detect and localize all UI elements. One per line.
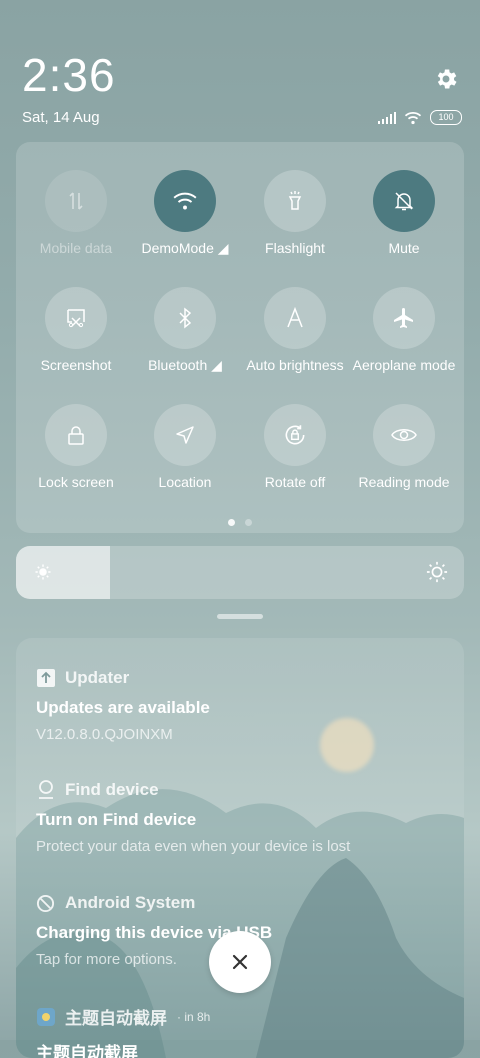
location-icon — [176, 426, 194, 444]
tile-label: Bluetooth ◢ — [148, 357, 222, 373]
status-bar: 100 — [378, 110, 462, 125]
tile-mobile-data[interactable]: Mobile data — [21, 170, 131, 256]
tile-label: Screenshot — [40, 357, 112, 373]
tile-bluetooth[interactable]: Bluetooth ◢ — [130, 287, 240, 374]
tile-screenshot[interactable]: Screenshot — [21, 287, 131, 373]
theme-app-icon — [36, 1007, 55, 1026]
tile-aeroplane-mode[interactable]: Aeroplane mode — [349, 287, 459, 373]
quick-settings-panel: Mobile data DemoMode ◢ Flashlight Mute S… — [16, 142, 464, 533]
lock-icon — [68, 426, 84, 445]
notification-time: · in 8h — [177, 1009, 211, 1024]
tile-label: Aeroplane mode — [352, 357, 456, 373]
tile-label: Location — [158, 474, 212, 490]
tile-label: Reading mode — [358, 474, 450, 490]
auto-brightness-icon — [287, 306, 303, 328]
drag-handle[interactable] — [217, 614, 263, 619]
notification-title: Turn on Find device — [36, 810, 197, 829]
notification-app-name: 主题自动截屏 — [65, 1009, 167, 1028]
brightness-low-icon — [35, 564, 51, 580]
flashlight-icon — [288, 191, 302, 210]
date: Sat, 14 Aug — [22, 109, 100, 126]
mobile-data-icon — [69, 192, 83, 210]
airplane-icon — [394, 308, 413, 328]
tile-label: Flashlight — [265, 240, 325, 256]
mute-bell-icon — [394, 192, 414, 211]
updater-icon — [36, 669, 55, 688]
brightness-high-icon — [426, 561, 448, 583]
clear-all-button[interactable] — [209, 931, 271, 993]
notification-shade: Updater Updates are available V12.0.8.0.… — [16, 638, 464, 1058]
tile-lock-screen[interactable]: Lock screen — [21, 404, 131, 490]
tile-flashlight[interactable]: Flashlight — [240, 170, 350, 256]
tile-location[interactable]: Location — [130, 404, 240, 490]
notification-app-name: Android System — [65, 893, 196, 912]
tile-auto-brightness[interactable]: Auto brightness — [240, 287, 350, 373]
notification-app-name: Find device — [65, 780, 159, 799]
tile-demomode[interactable]: DemoMode ◢ — [130, 170, 240, 257]
notification-body: V12.0.8.0.QJOINXM — [36, 726, 173, 743]
tile-mute[interactable]: Mute — [349, 170, 459, 256]
signal-icon — [378, 111, 396, 124]
wifi-icon — [173, 192, 197, 210]
notification-title: Updates are available — [36, 698, 210, 717]
tile-label: Rotate off — [264, 474, 326, 490]
notification-body: Protect your data even when your device … — [36, 838, 351, 855]
find-device-icon — [36, 780, 55, 800]
notification-theme-screenshot[interactable]: 主题自动截屏 · in 8h 主题自动截屏 — [36, 1004, 444, 1058]
settings-gear-icon[interactable] — [433, 66, 459, 92]
page-dot-2[interactable] — [245, 519, 252, 526]
notification-app-name: Updater — [65, 668, 130, 687]
notification-find-device[interactable]: Find device Turn on Find device Protect … — [36, 780, 444, 855]
page-dot-1[interactable] — [228, 519, 235, 526]
brightness-slider[interactable] — [16, 546, 464, 599]
clock: 2:36 — [22, 49, 116, 101]
tile-label: Mobile data — [39, 240, 113, 256]
bluetooth-icon — [179, 307, 192, 329]
tile-rotate-off[interactable]: Rotate off — [240, 404, 350, 490]
screenshot-icon — [67, 309, 85, 328]
android-system-icon — [36, 894, 55, 913]
notification-updater[interactable]: Updater Updates are available V12.0.8.0.… — [36, 668, 444, 743]
tile-label: Lock screen — [38, 474, 114, 490]
page-indicator — [16, 519, 464, 526]
tile-label: DemoMode ◢ — [141, 240, 229, 256]
wifi-status-icon — [404, 111, 422, 124]
tile-label: Auto brightness — [246, 357, 344, 373]
eye-icon — [391, 429, 417, 441]
tile-label: Mute — [388, 240, 420, 256]
brightness-fill — [16, 546, 111, 599]
battery-indicator: 100 — [430, 110, 462, 125]
close-icon — [232, 954, 248, 970]
tile-reading-mode[interactable]: Reading mode — [349, 404, 459, 490]
rotate-lock-icon — [285, 425, 305, 445]
notification-title: 主题自动截屏 — [36, 1044, 138, 1058]
